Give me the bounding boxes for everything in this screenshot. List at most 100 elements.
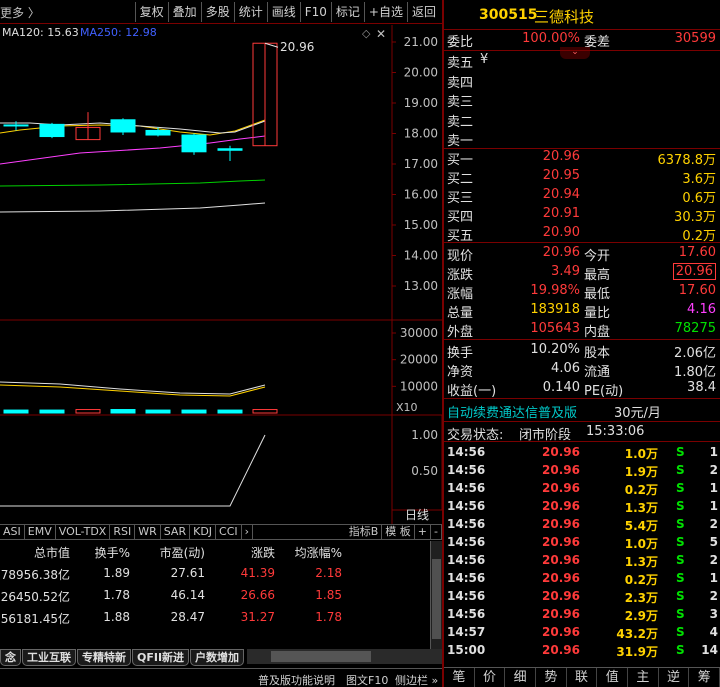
toolbar-button-1[interactable]: 叠加	[167, 2, 201, 22]
tick-row: 14:56 20.96 1.3万 S 1	[444, 497, 720, 515]
tick-side: S	[676, 625, 685, 639]
fund-value: 1.80亿	[674, 365, 716, 380]
quote-panel: 300515 三德科技 委比 100.00% 委差 30599 ⌄ 卖五 ¥ 卖四卖…	[442, 0, 720, 687]
indicator-tab-5[interactable]: SAR	[161, 525, 191, 539]
horizontal-scrollbar[interactable]	[247, 649, 442, 664]
indicator-tab-10[interactable]: 模 板	[382, 525, 415, 539]
fund-value: 0.140	[542, 380, 580, 395]
tick-count: 1	[709, 445, 718, 459]
tick-price: 20.96	[542, 643, 580, 657]
buy-price: 20.91	[542, 206, 580, 221]
ad-banner[interactable]: 自动续费通达信普及版 30元/月	[444, 401, 720, 421]
toolbar-button-7[interactable]: +自选	[363, 2, 407, 22]
sector-tab-4[interactable]: 户数增加	[190, 649, 245, 666]
price-tick-label: 16.00	[404, 188, 438, 202]
toolbar-button-0[interactable]: 复权	[134, 2, 168, 22]
kline-canvas[interactable]: 21.00 20.00 19.00 18.00 17.00 16.00 15.00 14.00…	[0, 25, 442, 525]
tick-volume: 1.9万	[624, 465, 658, 479]
tick-count: 2	[709, 517, 718, 531]
toolbar-button-2[interactable]: 多股	[200, 2, 234, 22]
tick-price: 20.96	[542, 445, 580, 459]
toolbar-button-4[interactable]: 画线	[266, 2, 300, 22]
tick-time: 14:57	[447, 625, 486, 639]
right-tab-1[interactable]: 价	[475, 668, 506, 687]
sector-tab-3[interactable]: QFII新进	[132, 649, 190, 666]
sector-tab-0[interactable]: 念	[0, 649, 21, 666]
col-turnover[interactable]: 换手%	[95, 544, 130, 561]
indicator-tab-0[interactable]: ASI	[0, 525, 25, 539]
tick-price: 20.96	[542, 589, 580, 603]
right-tab-3[interactable]: 势	[536, 668, 567, 687]
toolbar-button-5[interactable]: F10	[299, 2, 331, 22]
fund-row: 换手 10.20% 股本 2.06亿	[444, 341, 720, 361]
indicator-tab-3[interactable]: RSI	[110, 525, 136, 539]
right-tab-4[interactable]: 联	[567, 668, 598, 687]
f10-link[interactable]: 图文F10	[346, 672, 388, 687]
table-row[interactable]: 78956.38亿 1.89 27.61 41.39 2.18	[0, 563, 430, 585]
vertical-scrollbar[interactable]	[430, 541, 442, 649]
tick-side: S	[676, 481, 685, 495]
right-tab-8[interactable]: 筹	[689, 668, 720, 687]
tick-count: 2	[709, 589, 718, 603]
indicator-tab-11[interactable]: +	[415, 525, 432, 539]
tick-row: 14:56 20.96 2.3万 S 2	[444, 587, 720, 605]
tick-count: 1	[709, 571, 718, 585]
indicator-tab-12[interactable]: -	[431, 525, 442, 539]
trade-status-row: 交易状态: 闭市阶段 15:33:06	[444, 423, 720, 443]
chart-toolbar: 更多 〉 复权 叠加 多股 统计 画线 F10 标记 +自选 返回	[0, 0, 442, 24]
sell-row: 卖二	[444, 110, 720, 130]
indicator-tick-label: 0.50	[411, 464, 438, 478]
tick-time: 14:56	[447, 517, 486, 531]
scroll-thumb[interactable]	[432, 559, 441, 639]
indicator-tab-7[interactable]: CCI	[216, 525, 242, 539]
candle-body	[39, 123, 65, 138]
table-cell: 1.89	[103, 566, 130, 580]
indicator-tab-6[interactable]: KDJ	[190, 525, 217, 539]
right-tab-0[interactable]: 笔	[444, 668, 475, 687]
indicator-tab-2[interactable]: VOL-TDX	[56, 525, 111, 539]
table-cell: 1.85	[315, 588, 342, 602]
more-menu[interactable]: 更多 〉	[0, 4, 40, 21]
col-avg-change[interactable]: 均涨幅%	[295, 544, 342, 561]
indicator-tab-1[interactable]: EMV	[25, 525, 56, 539]
sell-label: 卖五	[447, 56, 474, 71]
stat-label: 总量	[447, 306, 474, 321]
toolbar-button-3[interactable]: 统计	[233, 2, 267, 22]
help-link[interactable]: 普及版功能说明	[258, 672, 335, 687]
table-row[interactable]: 26450.52亿 1.78 46.14 26.66 1.85	[0, 585, 430, 607]
tick-volume: 2.3万	[624, 591, 658, 605]
col-market-cap[interactable]: 总市值	[34, 544, 70, 561]
sector-tab-1[interactable]: 工业互联	[22, 649, 76, 666]
stat-value: 183918	[530, 302, 580, 317]
table-row[interactable]: 56181.45亿 1.88 28.47 31.27 1.78	[0, 607, 430, 629]
col-pe[interactable]: 市盈(动)	[160, 544, 205, 561]
tick-volume: 1.3万	[624, 555, 658, 569]
tick-time: 15:00	[447, 643, 486, 657]
kline-chart[interactable]: MA120: 15.63 MA250: 12.98 21.00 20.00 19.0…	[0, 25, 442, 525]
sell-row: 卖四	[444, 71, 720, 91]
sell-label: 卖四	[447, 75, 474, 91]
sidebar-toggle[interactable]: 侧边栏 »	[395, 672, 438, 687]
right-tab-6[interactable]: 主	[628, 668, 659, 687]
indicator-tab-8[interactable]: ›	[242, 525, 254, 539]
buy-label: 买一	[447, 153, 474, 168]
price-tick-label: 13.00	[404, 279, 438, 293]
status-bar: 普及版功能说明 图文F10 侧边栏 »	[0, 668, 442, 687]
tick-side: S	[676, 571, 685, 585]
volume-tick-label: 30000	[400, 326, 438, 340]
right-tab-2[interactable]: 细	[505, 668, 537, 687]
hscroll-thumb[interactable]	[271, 651, 372, 662]
tick-count: 1	[709, 499, 718, 513]
indicator-tab-4[interactable]: WR	[135, 525, 161, 539]
table-cell: 1.78	[315, 610, 342, 624]
indicator-tab-9[interactable]: 指标B	[346, 525, 383, 539]
toolbar-button-8[interactable]: 返回	[406, 2, 440, 22]
sector-tab-2[interactable]: 专精特新	[77, 649, 131, 666]
tick-price: 20.96	[542, 607, 580, 621]
col-change[interactable]: 涨跌	[251, 544, 275, 561]
fund-value: 4.06	[551, 361, 580, 376]
right-tab-5[interactable]: 值	[597, 668, 629, 687]
right-tab-7[interactable]: 逆	[659, 668, 690, 687]
candle-body	[145, 129, 171, 136]
toolbar-button-6[interactable]: 标记	[330, 2, 364, 22]
